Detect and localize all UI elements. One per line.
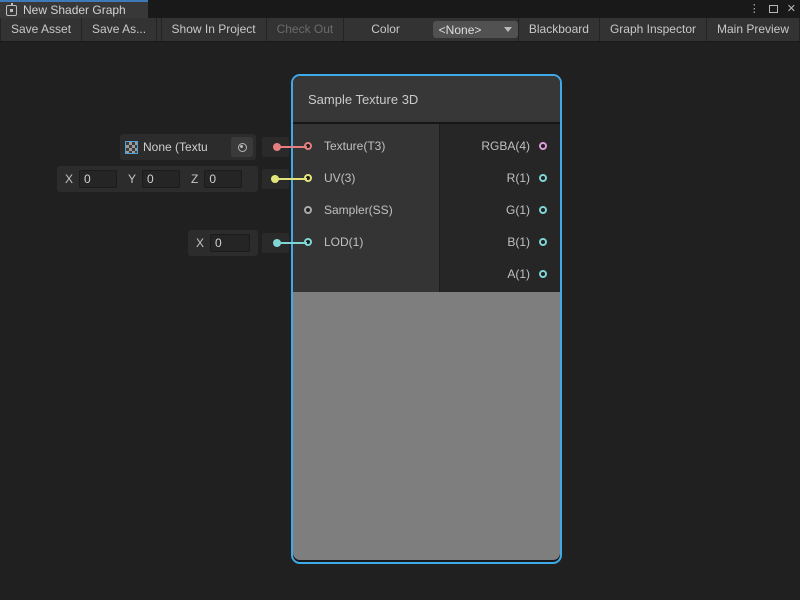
- uv-vector3-widget: X Y Z: [57, 166, 258, 192]
- output-port-a[interactable]: [539, 270, 547, 278]
- graph-inspector-button[interactable]: Graph Inspector: [599, 18, 706, 41]
- input-ports-column: Texture(T3) UV(3) Sampler(SS) LOD(1): [293, 124, 439, 292]
- chevron-down-icon: [504, 27, 512, 32]
- texture-stub-wire: [277, 146, 307, 148]
- texture-field-value: None (Textu: [143, 140, 231, 154]
- texture-stub-dot: [273, 143, 281, 151]
- main-preview-button[interactable]: Main Preview: [706, 18, 800, 41]
- tab-new-shader-graph[interactable]: New Shader Graph: [0, 0, 148, 18]
- close-icon[interactable]: ✕: [787, 0, 796, 18]
- lod-stub-dot: [273, 239, 281, 247]
- color-mode-dropdown[interactable]: <None>: [433, 21, 518, 38]
- save-asset-button[interactable]: Save Asset: [0, 18, 82, 41]
- output-port-row: B(1): [440, 226, 560, 258]
- shader-graph-icon: [6, 5, 17, 16]
- input-port-sampler[interactable]: [304, 206, 312, 214]
- output-port-label: A(1): [507, 267, 530, 281]
- output-ports-column: RGBA(4) R(1) G(1) B(1) A(1): [439, 124, 560, 292]
- output-port-row: R(1): [440, 162, 560, 194]
- output-port-r[interactable]: [539, 174, 547, 182]
- color-mode-label: Color Mode: [363, 18, 432, 41]
- input-port-label: UV(3): [324, 171, 355, 185]
- output-port-row: RGBA(4): [440, 130, 560, 162]
- blackboard-button[interactable]: Blackboard: [518, 18, 599, 41]
- input-port-label: LOD(1): [324, 235, 363, 249]
- output-port-label: B(1): [507, 235, 530, 249]
- texture-thumbnail-icon: [125, 141, 138, 154]
- uv-x-label: X: [65, 172, 73, 186]
- object-picker-icon: [238, 143, 247, 152]
- output-port-b[interactable]: [539, 238, 547, 246]
- save-as-button[interactable]: Save As...: [82, 18, 157, 41]
- toolbar-spacer: [344, 18, 363, 41]
- output-port-label: RGBA(4): [481, 139, 530, 153]
- tab-title: New Shader Graph: [23, 3, 126, 17]
- input-port-label: Texture(T3): [324, 139, 385, 153]
- toolbar-right-group: Blackboard Graph Inspector Main Preview: [518, 18, 800, 41]
- uv-z-label: Z: [191, 172, 198, 186]
- graph-canvas[interactable]: Sample Texture 3D Texture(T3) UV(3) Samp…: [0, 42, 800, 600]
- output-port-row: A(1): [440, 258, 560, 290]
- tab-bar: New Shader Graph ⋮ ✕: [0, 0, 800, 18]
- lod-stub-wire: [277, 242, 307, 244]
- uv-z-field[interactable]: [204, 170, 242, 188]
- texture-object-field[interactable]: None (Textu: [120, 134, 256, 160]
- input-port-label: Sampler(SS): [324, 203, 393, 217]
- node-preview: [293, 292, 560, 560]
- maximize-icon[interactable]: [769, 5, 778, 13]
- window-controls: ⋮ ✕: [749, 0, 796, 18]
- uv-y-field[interactable]: [142, 170, 180, 188]
- color-mode-value: <None>: [439, 23, 482, 37]
- lod-widget: X: [188, 230, 258, 256]
- output-port-label: R(1): [507, 171, 530, 185]
- lod-x-field[interactable]: [210, 234, 250, 252]
- node-title: Sample Texture 3D: [308, 92, 418, 107]
- toolbar: Save Asset Save As... Show In Project Ch…: [0, 18, 800, 42]
- uv-stub-wire: [275, 178, 307, 180]
- output-port-rgba[interactable]: [539, 142, 547, 150]
- input-port-row: Sampler(SS): [293, 194, 439, 226]
- show-in-project-button[interactable]: Show In Project: [161, 18, 267, 41]
- node-header[interactable]: Sample Texture 3D: [293, 76, 560, 124]
- object-picker-button[interactable]: [231, 137, 253, 157]
- kebab-menu-icon[interactable]: ⋮: [749, 0, 760, 18]
- input-port-row: Texture(T3): [293, 130, 439, 162]
- input-port-row: UV(3): [293, 162, 439, 194]
- uv-x-field[interactable]: [79, 170, 117, 188]
- node-sample-texture-3d[interactable]: Sample Texture 3D Texture(T3) UV(3) Samp…: [291, 74, 562, 564]
- output-port-label: G(1): [506, 203, 530, 217]
- output-port-g[interactable]: [539, 206, 547, 214]
- input-port-row: LOD(1): [293, 226, 439, 258]
- output-port-row: G(1): [440, 194, 560, 226]
- uv-stub-dot: [271, 175, 279, 183]
- check-out-button: Check Out: [267, 18, 345, 41]
- lod-x-label: X: [196, 236, 204, 250]
- uv-y-label: Y: [128, 172, 136, 186]
- node-ports: Texture(T3) UV(3) Sampler(SS) LOD(1) RGB…: [293, 124, 560, 292]
